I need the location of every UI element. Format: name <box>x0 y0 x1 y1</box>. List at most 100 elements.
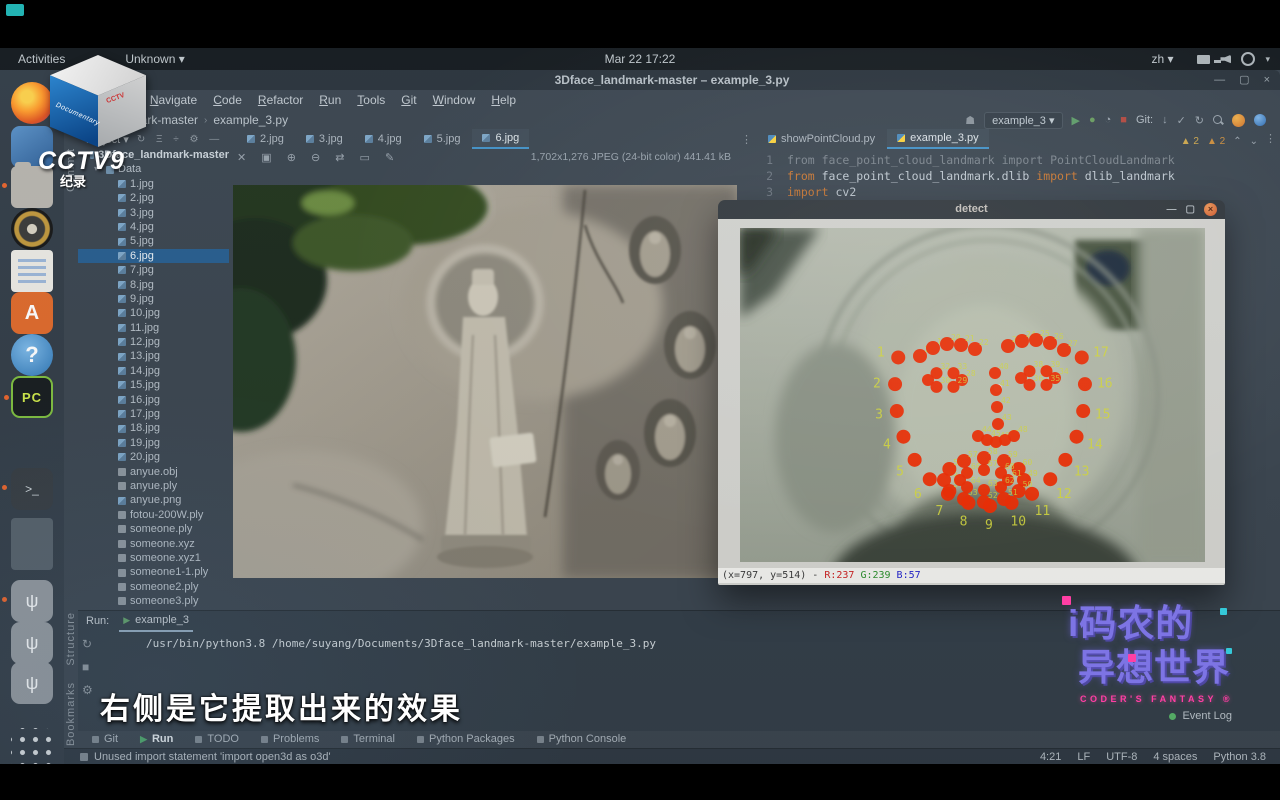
code-line[interactable]: 2from face_point_cloud_landmark.dlib imp… <box>739 168 1280 184</box>
run-console-line[interactable]: /usr/bin/python3.8 /home/suyang/Document… <box>146 637 656 650</box>
image-tab-4.jpg[interactable]: 4.jpg <box>355 130 412 148</box>
profiler-icon[interactable]: ◔ <box>1105 114 1112 126</box>
tree-item[interactable]: 20.jpg <box>78 450 229 464</box>
menu-refactor[interactable]: Refactor <box>258 93 303 107</box>
tree-item[interactable]: fotou-200W.ply <box>78 508 229 522</box>
status-message[interactable]: Unused import statement 'import open3d a… <box>94 751 331 763</box>
tree-item[interactable]: someone.ply <box>78 522 229 536</box>
tree-item[interactable]: someone1-1.ply <box>78 565 229 579</box>
tool-tab-problems[interactable]: Problems <box>261 733 319 745</box>
tree-item[interactable]: 6.jpg <box>78 249 229 263</box>
run-tab[interactable]: ▶ example_3 <box>119 610 193 632</box>
indent-setting[interactable]: 4 spaces <box>1153 751 1197 763</box>
code-line[interactable]: 1from face_point_cloud_landmark import P… <box>739 152 1280 168</box>
tree-item[interactable]: anyue.obj <box>78 465 229 479</box>
cursor-position[interactable]: 4:21 <box>1040 751 1061 763</box>
next-warning-icon[interactable]: ⌄ <box>1250 136 1258 147</box>
tree-item[interactable]: 5.jpg <box>78 234 229 248</box>
detect-window-titlebar[interactable]: detect — ▢ × <box>718 200 1225 219</box>
menu-git[interactable]: Git <box>401 93 416 107</box>
stop-icon[interactable]: ■ <box>1120 114 1127 126</box>
debug-icon[interactable]: ● <box>1089 114 1096 126</box>
interpreter[interactable]: Python 3.8 <box>1213 751 1266 763</box>
speaker-icon[interactable] <box>1220 55 1231 64</box>
tree-item[interactable]: 18.jpg <box>78 421 229 435</box>
avatar[interactable] <box>1232 114 1245 127</box>
tree-item[interactable]: someone2.ply <box>78 580 229 594</box>
menu-tools[interactable]: Tools <box>357 93 385 107</box>
tree-item[interactable]: 7.jpg <box>78 263 229 277</box>
menu-run[interactable]: Run <box>319 93 341 107</box>
tool-tab-run[interactable]: ▶Run <box>140 733 173 745</box>
tree-item[interactable]: 19.jpg <box>78 436 229 450</box>
menu-help[interactable]: Help <box>491 93 516 107</box>
editor-tab-showPointCloud.py[interactable]: showPointCloud.py <box>758 130 885 148</box>
tree-item[interactable]: 14.jpg <box>78 364 229 378</box>
tool-tab-terminal[interactable]: Terminal <box>341 733 395 745</box>
dock-icon-software[interactable]: A <box>11 292 53 334</box>
tree-item[interactable]: 16.jpg <box>78 393 229 407</box>
code-line[interactable]: 3import cv2 <box>739 184 1280 200</box>
search-icon[interactable] <box>1213 115 1223 125</box>
git-update-icon[interactable]: ↓ <box>1162 114 1168 126</box>
tree-item[interactable]: 3.jpg <box>78 206 229 220</box>
prev-warning-icon[interactable]: ⌃ <box>1233 136 1241 147</box>
tree-item[interactable]: 4.jpg <box>78 220 229 234</box>
minimize-button[interactable]: — <box>1214 70 1225 90</box>
close-button[interactable]: × <box>1264 70 1270 90</box>
image-tab-6.jpg[interactable]: 6.jpg <box>472 129 529 149</box>
tool-tab-python-packages[interactable]: Python Packages <box>417 733 515 745</box>
detect-close-button[interactable]: × <box>1204 203 1217 216</box>
run-icon[interactable]: ▶ <box>1072 114 1080 127</box>
power-icon[interactable] <box>1241 52 1255 66</box>
dock-icon-videos[interactable] <box>11 208 53 250</box>
tree-item[interactable]: 2.jpg <box>78 191 229 205</box>
warnings-badge[interactable]: ▲ 2 <box>1181 136 1199 147</box>
dock-icon-window-thumb[interactable] <box>11 518 53 570</box>
battery-icon[interactable] <box>1197 55 1210 64</box>
tree-item[interactable]: 17.jpg <box>78 407 229 421</box>
dock-icon-help[interactable]: ? <box>11 334 53 376</box>
tree-item[interactable]: someone3.ply <box>78 594 229 608</box>
input-method-indicator[interactable]: zh ▾ <box>1151 52 1173 66</box>
detect-maximize-button[interactable]: ▢ <box>1186 200 1195 219</box>
tree-item[interactable]: 11.jpg <box>78 321 229 335</box>
image-tab-2.jpg[interactable]: 2.jpg <box>237 130 294 148</box>
structure-tool-tab[interactable]: Structure <box>65 612 77 666</box>
dock-icon-usb2[interactable]: ψ <box>11 622 53 664</box>
run-configuration-select[interactable]: example_3 ▾ <box>984 112 1062 129</box>
tree-item[interactable]: 8.jpg <box>78 278 229 292</box>
clock[interactable]: Mar 22 17:22 <box>605 52 676 66</box>
tree-item[interactable]: anyue.png <box>78 493 229 507</box>
tree-item[interactable]: 15.jpg <box>78 378 229 392</box>
tree-item[interactable]: 12.jpg <box>78 335 229 349</box>
tab-overflow-icon[interactable]: ⋮ <box>741 133 752 146</box>
event-log-button[interactable]: Event Log <box>1169 710 1232 722</box>
user-icon[interactable]: ☗ <box>965 114 975 127</box>
breadcrumb-item[interactable]: example_3.py <box>213 113 288 127</box>
menu-code[interactable]: Code <box>213 93 242 107</box>
dock-icon-usb1[interactable]: ψ <box>11 580 53 622</box>
menu-window[interactable]: Window <box>433 93 476 107</box>
encoding[interactable]: UTF-8 <box>1106 751 1137 763</box>
tool-tab-python-console[interactable]: Python Console <box>537 733 627 745</box>
dock-icon-pycharm[interactable]: PC <box>11 376 53 418</box>
editor-tab-example_3.py[interactable]: example_3.py <box>887 129 989 149</box>
editor-options-icon[interactable]: ⋮ <box>1265 132 1276 145</box>
system-menu-caret[interactable]: ▾ <box>1265 54 1270 65</box>
line-ending[interactable]: LF <box>1077 751 1090 763</box>
dock-icon-writer[interactable] <box>11 250 53 292</box>
dock-icon-terminal[interactable]: >_ <box>11 468 53 510</box>
bookmarks-tool-tab[interactable]: Bookmarks <box>65 682 77 746</box>
dock-icon-usb3[interactable]: ψ <box>11 662 53 704</box>
dock-icon-apps-grid[interactable] <box>11 728 53 764</box>
tool-tab-git[interactable]: Git <box>92 733 118 745</box>
typos-badge[interactable]: ▲ 2 <box>1207 136 1225 147</box>
tree-item[interactable]: 10.jpg <box>78 306 229 320</box>
git-commit-icon[interactable]: ✓ <box>1177 114 1186 127</box>
tree-item[interactable]: 9.jpg <box>78 292 229 306</box>
tool-tab-todo[interactable]: TODO <box>195 733 239 745</box>
detect-minimize-button[interactable]: — <box>1167 200 1177 219</box>
image-toolbar-icons[interactable]: ✕ ▣ ⊕ ⊖ ⇄ ▭ ✎ <box>237 151 400 164</box>
tree-item[interactable]: someone.xyz1 <box>78 551 229 565</box>
